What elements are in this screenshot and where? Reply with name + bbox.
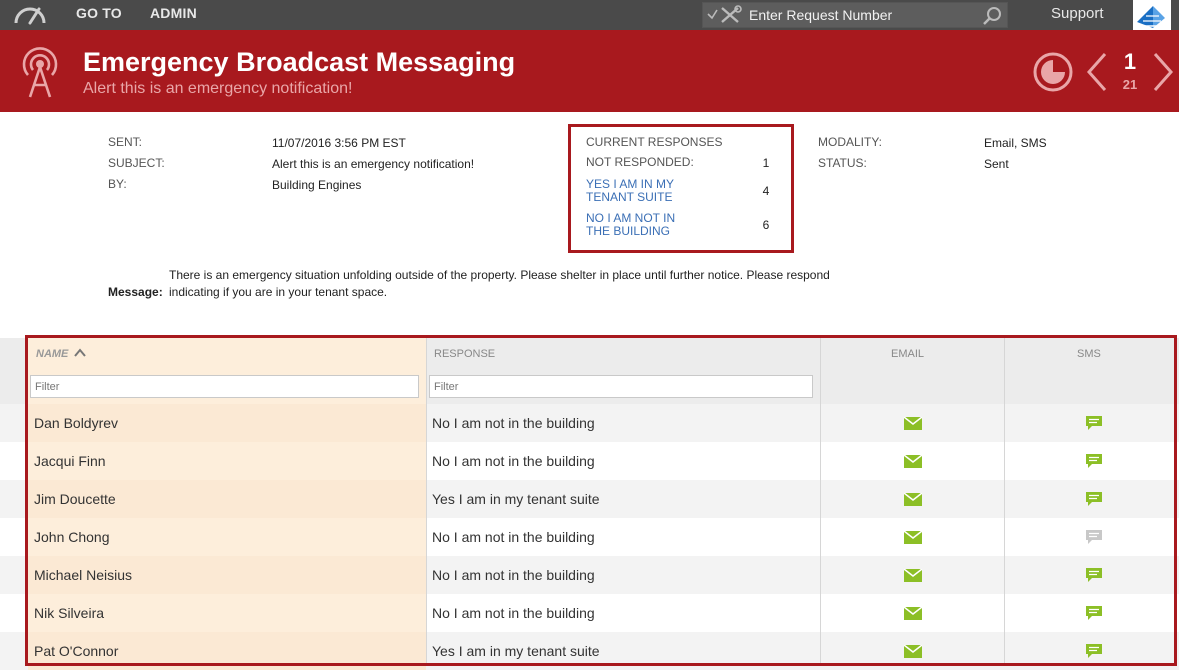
recipient-name: Nik Silveira	[34, 605, 105, 621]
sms-status-icon[interactable]	[1085, 529, 1103, 545]
name-filter-input[interactable]	[30, 375, 419, 398]
no-count: 6	[762, 218, 770, 232]
response-filter-input[interactable]	[429, 375, 813, 398]
column-divider	[820, 338, 821, 666]
not-responded-count: 1	[762, 156, 770, 170]
subject-label: SUBJECT:	[108, 156, 165, 170]
by-label: BY:	[108, 177, 127, 191]
sms-status-icon[interactable]	[1085, 491, 1103, 507]
column-divider	[1004, 338, 1005, 666]
tools-icon[interactable]	[705, 5, 745, 25]
support-link[interactable]: Support	[1051, 5, 1104, 22]
column-divider	[426, 338, 427, 666]
recipient-name: John Chong	[34, 529, 110, 545]
no-not-in-building-link[interactable]: NO I AM NOT IN THE BUILDING	[586, 212, 696, 238]
column-header-response[interactable]: RESPONSE	[434, 348, 495, 360]
table-row[interactable]: Dan Boldyrev No I am not in the building	[0, 404, 1179, 442]
broadcast-tower-icon	[22, 47, 58, 98]
sms-status-icon[interactable]	[1085, 453, 1103, 469]
page-subtitle: Alert this is an emergency notification!	[83, 80, 353, 97]
recipient-name: Michael Neisius	[34, 567, 133, 583]
subject-value: Alert this is an emergency notification!	[272, 157, 475, 171]
modality-label: MODALITY:	[818, 135, 883, 149]
request-search	[702, 2, 1008, 28]
recipient-name: Jim Doucette	[34, 491, 116, 507]
email-status-icon[interactable]	[904, 569, 922, 582]
request-number-input[interactable]	[749, 5, 979, 25]
recipient-response: No I am not in the building	[432, 567, 595, 583]
not-responded-label: NOT RESPONDED:	[586, 155, 694, 169]
current-record-number: 1	[1123, 49, 1137, 74]
brand-logo[interactable]	[1133, 0, 1171, 30]
table-row[interactable]: Michael Neisius No I am not in the buildi…	[0, 556, 1179, 594]
next-record-icon[interactable]	[1149, 50, 1177, 94]
sms-status-icon[interactable]	[1085, 567, 1103, 583]
yes-in-suite-link[interactable]: YES I AM IN MY TENANT SUITE	[586, 178, 696, 204]
speedometer-logo-icon[interactable]	[12, 3, 48, 25]
email-status-icon[interactable]	[904, 417, 922, 430]
building-logo-icon	[1137, 6, 1165, 28]
recipient-response: No I am not in the building	[432, 605, 595, 621]
modality-value: Email, SMS	[984, 136, 1047, 150]
current-responses-heading: CURRENT RESPONSES	[586, 135, 723, 149]
recipient-response: No I am not in the building	[432, 453, 595, 469]
sort-ascending-icon	[74, 348, 87, 357]
email-status-icon[interactable]	[904, 645, 922, 658]
message-line-2: indicating if you are in your tenant spa…	[169, 285, 388, 299]
sms-status-icon[interactable]	[1085, 643, 1103, 659]
total-records: 21	[1122, 77, 1138, 92]
search-icon[interactable]	[981, 5, 1003, 27]
yes-link-line2: TENANT SUITE	[586, 190, 673, 204]
email-status-icon[interactable]	[904, 607, 922, 620]
recipient-response: No I am not in the building	[432, 415, 595, 431]
nav-goto[interactable]: GO TO	[76, 5, 122, 21]
recipient-response: Yes I am in my tenant suite	[432, 491, 600, 507]
no-link-line2: THE BUILDING	[586, 224, 671, 238]
progress-pie-icon[interactable]	[1032, 51, 1074, 93]
table-row[interactable]: Nik Silveira No I am not in the building	[0, 594, 1179, 632]
previous-record-icon[interactable]	[1083, 50, 1111, 94]
recipient-name: Jacqui Finn	[34, 453, 106, 469]
sent-value: 11/07/2016 3:56 PM EST	[272, 136, 406, 150]
recipient-response: No I am not in the building	[432, 529, 595, 545]
message-line-1: There is an emergency situation unfoldin…	[169, 268, 830, 282]
by-value: Building Engines	[272, 178, 362, 192]
sent-label: SENT:	[108, 135, 143, 149]
top-bar: GO TO ADMIN Support	[0, 0, 1179, 30]
sms-status-icon[interactable]	[1085, 415, 1103, 431]
yes-count: 4	[762, 184, 770, 198]
recipient-name: Dan Boldyrev	[34, 415, 119, 431]
table-row[interactable]: Pat O'Connor Yes I am in my tenant suite	[0, 632, 1179, 670]
recipient-name: Pat O'Connor	[34, 643, 119, 659]
column-header-email[interactable]: EMAIL	[891, 348, 924, 360]
name-header-label: NAME	[36, 348, 69, 360]
status-value: Sent	[984, 157, 1009, 171]
email-status-icon[interactable]	[904, 493, 922, 506]
table-row[interactable]: Jim Doucette Yes I am in my tenant suite	[0, 480, 1179, 518]
sms-status-icon[interactable]	[1085, 605, 1103, 621]
page-title: Emergency Broadcast Messaging	[83, 47, 516, 77]
column-header-name[interactable]: NAME	[36, 348, 87, 360]
status-label: STATUS:	[818, 156, 867, 170]
nav-admin[interactable]: ADMIN	[150, 5, 197, 21]
recipient-response: Yes I am in my tenant suite	[432, 643, 600, 659]
table-row[interactable]: Jacqui Finn No I am not in the building	[0, 442, 1179, 480]
table-row[interactable]: John Chong No I am not in the building	[0, 518, 1179, 556]
message-label: Message:	[108, 285, 163, 299]
email-status-icon[interactable]	[904, 531, 922, 544]
email-status-icon[interactable]	[904, 455, 922, 468]
column-header-sms[interactable]: SMS	[1077, 348, 1101, 360]
page-header: Emergency Broadcast Messaging Alert this…	[0, 30, 1179, 112]
